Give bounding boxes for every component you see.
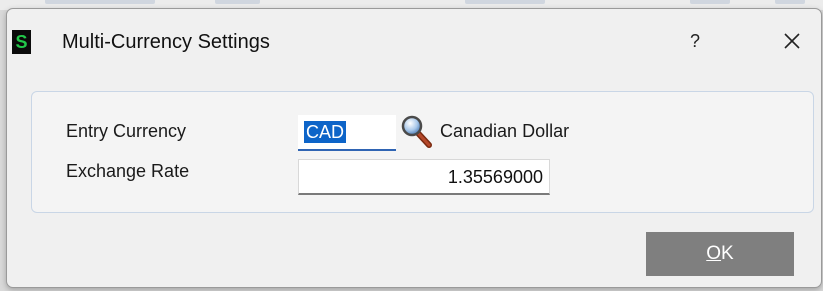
background-text-fragment <box>465 0 545 4</box>
multi-currency-dialog: S Multi-Currency Settings ? Entry Curren… <box>6 8 822 288</box>
background-text-fragment <box>690 0 730 4</box>
currency-lookup-button[interactable] <box>400 115 434 149</box>
ok-button[interactable]: OK <box>646 232 794 276</box>
currency-description: Canadian Dollar <box>440 121 570 141</box>
entry-currency-value: CAD <box>304 121 347 143</box>
exchange-rate-label: Exchange Rate <box>66 161 190 181</box>
exchange-rate-input[interactable]: 1.35569000 <box>298 159 550 195</box>
window-title: Multi-Currency Settings <box>62 31 270 53</box>
background-text-fragment <box>45 0 155 4</box>
settings-panel: Entry Currency CAD Canadian Dollar Excha… <box>31 91 814 213</box>
background-text-fragment <box>775 0 805 4</box>
ok-label-rest: K <box>721 243 734 264</box>
background-text-fragment <box>215 0 260 4</box>
magnifier-icon <box>401 115 432 148</box>
help-button[interactable]: ? <box>675 27 715 55</box>
close-icon <box>784 33 800 49</box>
entry-currency-input[interactable]: CAD <box>298 115 396 151</box>
exchange-rate-value: 1.35569000 <box>447 167 543 187</box>
close-button[interactable] <box>770 25 814 55</box>
title-bar[interactable]: S Multi-Currency Settings ? <box>7 9 821 71</box>
ok-accesskey: O <box>706 243 722 264</box>
entry-currency-label: Entry Currency <box>66 121 187 141</box>
app-logo: S <box>12 30 31 54</box>
